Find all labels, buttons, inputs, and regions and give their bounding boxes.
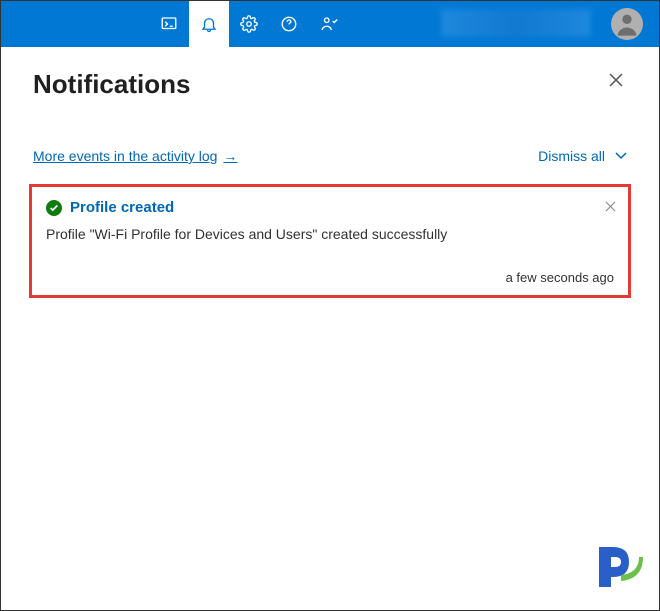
dismiss-all-label: Dismiss all <box>538 148 605 164</box>
chevron-down-icon <box>615 150 627 162</box>
notifications-icon[interactable] <box>189 1 229 47</box>
help-icon[interactable] <box>269 1 309 47</box>
notification-card: Profile created Profile "Wi-Fi Profile f… <box>29 184 631 298</box>
watermark-logo <box>591 537 651 602</box>
notification-message: Profile "Wi-Fi Profile for Devices and U… <box>46 226 614 242</box>
page-title: Notifications <box>33 69 190 100</box>
activity-log-link[interactable]: More events in the activity log → <box>33 148 237 164</box>
dismiss-all-button[interactable]: Dismiss all <box>538 148 627 164</box>
arrow-right-icon: → <box>223 148 237 164</box>
notification-timestamp: a few seconds ago <box>46 270 614 285</box>
close-panel-button[interactable] <box>605 69 627 96</box>
feedback-icon[interactable] <box>309 1 349 47</box>
avatar[interactable] <box>611 8 643 40</box>
account-info-blurred <box>441 9 591 37</box>
success-check-icon <box>46 200 62 216</box>
dismiss-notification-button[interactable] <box>605 199 616 217</box>
activity-log-label: More events in the activity log <box>33 148 217 164</box>
notification-title: Profile created <box>70 199 174 216</box>
global-topbar <box>1 1 659 47</box>
cloud-shell-icon[interactable] <box>149 1 189 47</box>
settings-icon[interactable] <box>229 1 269 47</box>
